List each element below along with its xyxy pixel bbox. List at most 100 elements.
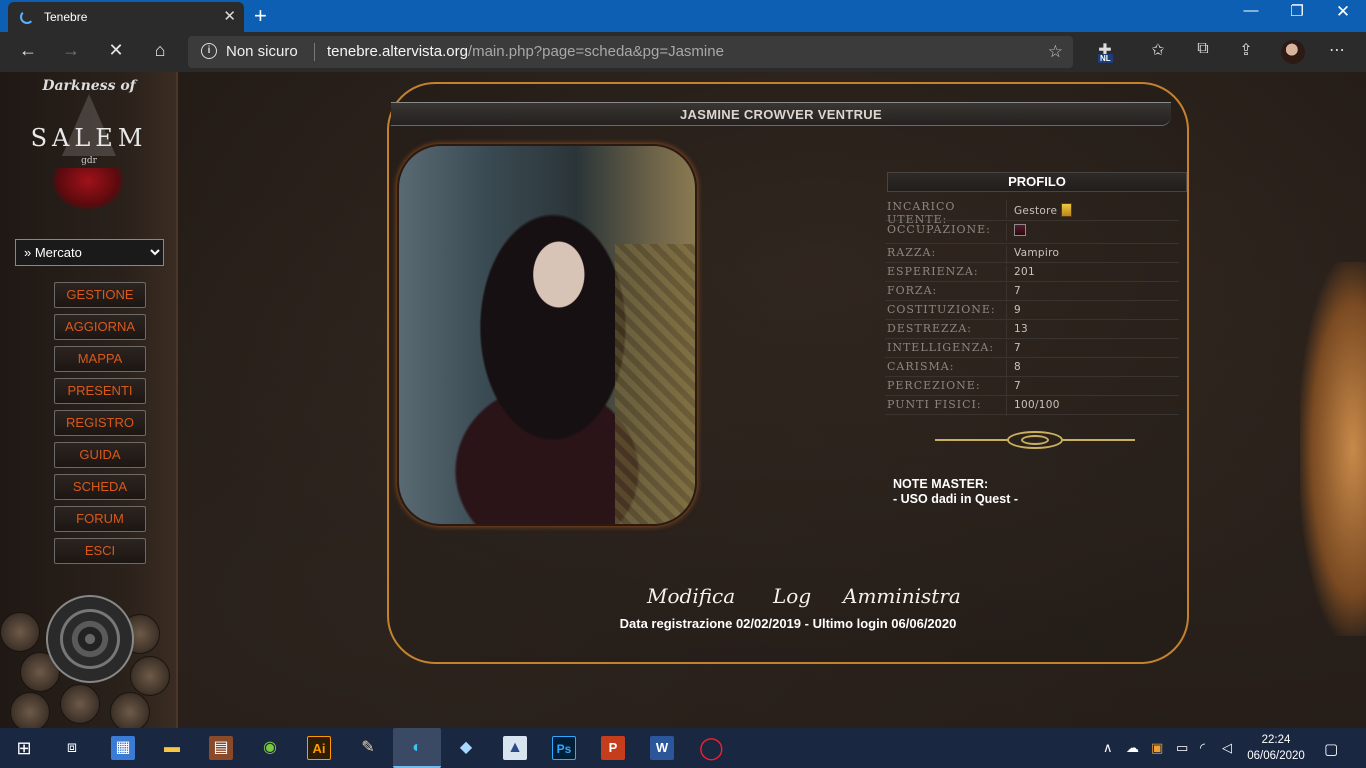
- powerpoint-icon[interactable]: P: [601, 736, 625, 760]
- utorrent-icon[interactable]: ◉: [258, 736, 282, 760]
- wifi-icon[interactable]: ◜: [1200, 740, 1205, 756]
- stat-row: FORZA: 7: [885, 282, 1179, 302]
- favorites-icon[interactable]: ✩: [1145, 40, 1171, 60]
- portrait-throne: [615, 244, 695, 524]
- file-explorer-icon[interactable]: ▬: [160, 736, 184, 760]
- logo-blood-splatter: [52, 168, 124, 210]
- site-logo[interactable]: Darkness of SALEM gdr: [24, 72, 154, 212]
- extension-icon[interactable]: ✚ NL: [1092, 40, 1118, 63]
- nav-registro-button[interactable]: REGISTRO: [54, 410, 146, 436]
- amministra-link[interactable]: Amministra: [843, 584, 961, 608]
- stat-row: INTELLIGENZA: 7: [885, 339, 1179, 359]
- fragment-icon[interactable]: ◆: [454, 736, 478, 760]
- character-name: JASMINE CROWVER VENTRUE: [391, 102, 1171, 126]
- stat-value: 8: [1014, 361, 1021, 373]
- stat-value: 7: [1014, 380, 1021, 392]
- photoshop-icon[interactable]: Ps: [552, 736, 576, 760]
- minimize-button[interactable]: —: [1228, 2, 1274, 19]
- stat-value: 7: [1014, 285, 1021, 297]
- task-view-icon[interactable]: ⧈: [60, 736, 84, 760]
- character-portrait: [397, 144, 697, 526]
- system-clock[interactable]: 22:24 06/06/2020: [1246, 732, 1306, 764]
- tray-chevron-icon[interactable]: ∧: [1103, 740, 1113, 756]
- url-text[interactable]: tenebre.altervista.org/main.php?page=sch…: [327, 43, 724, 60]
- writer-icon[interactable]: ▲: [503, 736, 527, 760]
- stat-key: INCARICO UTENTE:: [887, 200, 1007, 226]
- collections-icon[interactable]: ⧉: [1190, 40, 1216, 58]
- close-window-button[interactable]: ✕: [1320, 2, 1366, 22]
- movie-maker-icon[interactable]: ▤: [209, 736, 233, 760]
- nav-presenti-button[interactable]: PRESENTI: [54, 378, 146, 404]
- loading-spinner-icon: [20, 10, 34, 24]
- page-viewport: Darkness of SALEM gdr » Mercato GESTIONE…: [0, 72, 1366, 728]
- battery-icon[interactable]: ▭: [1176, 740, 1188, 756]
- address-separator: [314, 43, 315, 61]
- stat-value: 9: [1014, 304, 1021, 316]
- logo-top-text: Darkness of: [42, 78, 136, 94]
- security-label[interactable]: Non sicuro: [226, 43, 298, 60]
- tray-app-icon[interactable]: ▣: [1151, 740, 1163, 756]
- extension-badge: NL: [1098, 54, 1113, 63]
- word-icon[interactable]: W: [650, 736, 674, 760]
- nav-aggiorna-button[interactable]: AGGIORNA: [54, 314, 146, 340]
- stat-row: CARISMA: 8: [885, 358, 1179, 378]
- log-link[interactable]: Log: [773, 584, 811, 608]
- info-icon[interactable]: i: [201, 43, 217, 59]
- home-icon[interactable]: ⌂: [147, 40, 173, 61]
- opera-icon[interactable]: ◯: [699, 736, 724, 760]
- master-notes-title: NOTE MASTER:: [893, 477, 989, 491]
- stat-row: INCARICO UTENTE: Gestore: [885, 198, 1179, 226]
- profile-card: JASMINE CROWVER VENTRUE PROFILO INCARICO…: [387, 82, 1189, 664]
- profile-section-title: PROFILO: [887, 172, 1187, 192]
- nav-mappa-button[interactable]: MAPPA: [54, 346, 146, 372]
- control-panel-icon[interactable]: ▦: [111, 736, 135, 760]
- stat-row: PERCEZIONE: 7: [885, 377, 1179, 397]
- more-icon[interactable]: ⋯: [1324, 40, 1350, 60]
- clock-seal-icon[interactable]: [46, 595, 134, 683]
- stat-row: PUNTI FISICI: 100/100: [885, 396, 1179, 416]
- stat-key: CARISMA:: [887, 360, 1007, 378]
- nav-gestione-button[interactable]: GESTIONE: [54, 282, 146, 308]
- stat-key: INTELLIGENZA:: [887, 341, 1007, 359]
- nav-esci-button[interactable]: ESCI: [54, 538, 146, 564]
- onedrive-icon[interactable]: ☁: [1126, 740, 1139, 756]
- logo-main-text: SALEM: [30, 124, 148, 152]
- browser-tab[interactable]: Tenebre ✕: [8, 2, 244, 32]
- registration-info: Data registrazione 02/02/2019 - Ultimo l…: [619, 616, 957, 631]
- windows-start-icon[interactable]: ⊞: [12, 736, 36, 760]
- illustrator-icon[interactable]: Ai: [307, 736, 331, 760]
- tab-title: Tenebre: [44, 10, 88, 24]
- volume-icon[interactable]: ◁: [1222, 740, 1232, 756]
- favorite-star-icon[interactable]: ☆: [1048, 42, 1063, 62]
- edge-icon[interactable]: ◐: [393, 728, 441, 768]
- share-icon[interactable]: ⇪: [1233, 40, 1259, 60]
- modifica-link[interactable]: Modifica: [647, 584, 735, 608]
- url-host: tenebre.altervista.org: [327, 43, 468, 60]
- stat-row: DESTREZZA: 13: [885, 320, 1179, 340]
- role-badge-icon: [1061, 203, 1073, 217]
- address-bar[interactable]: i Non sicuro tenebre.altervista.org/main…: [188, 36, 1073, 68]
- stat-key: ESPERIENZA:: [887, 265, 1007, 283]
- back-arrow-icon[interactable]: ←: [15, 40, 41, 61]
- tab-close-icon[interactable]: ✕: [223, 7, 236, 25]
- notifications-icon[interactable]: ▢: [1324, 740, 1338, 758]
- stat-value-text: Gestore: [1014, 205, 1058, 217]
- nav-scheda-button[interactable]: SCHEDA: [54, 474, 146, 500]
- taskbar: ⊞ ⧈ ▦ ▬ ▤ ◉ Ai ✎ ◐ ◆ ▲ Ps P W ◯ ∧ ☁ ▣ ▭ …: [0, 728, 1366, 768]
- paint-icon[interactable]: ✎: [356, 736, 380, 760]
- nav-guida-button[interactable]: GUIDA: [54, 442, 146, 468]
- sidebar: Darkness of SALEM gdr » Mercato GESTIONE…: [0, 72, 178, 728]
- profile-avatar[interactable]: [1281, 40, 1305, 64]
- location-select[interactable]: » Mercato: [15, 239, 164, 266]
- stat-key: RAZZA:: [887, 246, 1007, 264]
- stop-icon[interactable]: ✕: [103, 40, 129, 61]
- occupation-icon[interactable]: [1014, 224, 1026, 236]
- new-tab-button[interactable]: +: [254, 3, 267, 29]
- stat-row: COSTITUZIONE: 9: [885, 301, 1179, 321]
- restore-button[interactable]: ❐: [1274, 2, 1320, 20]
- nav-forum-button[interactable]: FORUM: [54, 506, 146, 532]
- clock-date: 06/06/2020: [1247, 750, 1305, 762]
- forward-arrow-icon[interactable]: →: [58, 40, 84, 61]
- stat-row: ESPERIENZA: 201: [885, 263, 1179, 283]
- stat-value: 13: [1014, 323, 1028, 335]
